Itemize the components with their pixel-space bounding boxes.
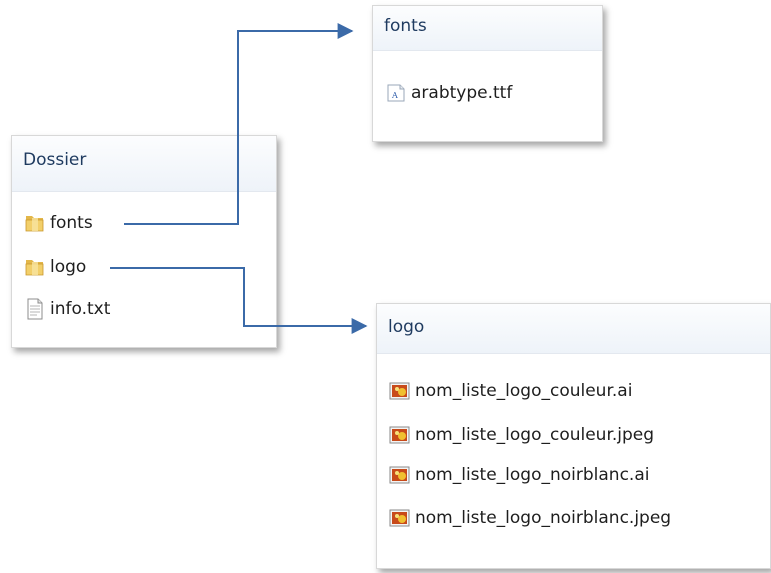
fonts-title: fonts	[384, 16, 427, 36]
folder-label: logo	[50, 257, 87, 277]
image-file-icon	[389, 380, 411, 402]
file-item-arabtype[interactable]: A arabtype.ttf	[385, 80, 512, 106]
dossier-header: Dossier	[12, 136, 276, 192]
file-label: nom_liste_logo_noirblanc.jpeg	[415, 508, 672, 528]
dossier-window: Dossier fonts logo info.txt	[11, 135, 277, 348]
file-item-info[interactable]: info.txt	[24, 296, 110, 322]
dossier-title: Dossier	[23, 150, 87, 170]
fonts-header: fonts	[373, 6, 602, 51]
file-item-logo-noirblanc-ai[interactable]: nom_liste_logo_noirblanc.ai	[389, 462, 649, 488]
image-file-icon	[389, 424, 411, 446]
logo-window: logo nom_liste_logo_couleur.ai nom_liste…	[376, 303, 771, 569]
file-item-logo-couleur-jpeg[interactable]: nom_liste_logo_couleur.jpeg	[389, 422, 654, 448]
file-label: info.txt	[50, 299, 111, 319]
file-item-logo-couleur-ai[interactable]: nom_liste_logo_couleur.ai	[389, 378, 632, 404]
fonts-window: fonts A arabtype.ttf	[372, 5, 603, 142]
text-file-icon	[24, 298, 46, 320]
file-label: arabtype.ttf	[411, 83, 513, 103]
image-file-icon	[389, 507, 411, 529]
logo-header: logo	[377, 304, 770, 354]
folder-item-fonts[interactable]: fonts	[24, 210, 93, 236]
svg-text:A: A	[391, 91, 398, 100]
folder-item-logo[interactable]: logo	[24, 254, 86, 280]
folder-icon	[24, 256, 46, 278]
logo-title: logo	[388, 317, 425, 337]
file-label: nom_liste_logo_noirblanc.ai	[415, 465, 650, 485]
file-item-logo-noirblanc-jpeg[interactable]: nom_liste_logo_noirblanc.jpeg	[389, 505, 671, 531]
image-file-icon	[389, 464, 411, 486]
folder-label: fonts	[50, 213, 93, 233]
file-label: nom_liste_logo_couleur.jpeg	[415, 425, 655, 445]
file-label: nom_liste_logo_couleur.ai	[415, 381, 633, 401]
font-file-icon: A	[385, 82, 407, 104]
folder-icon	[24, 212, 46, 234]
